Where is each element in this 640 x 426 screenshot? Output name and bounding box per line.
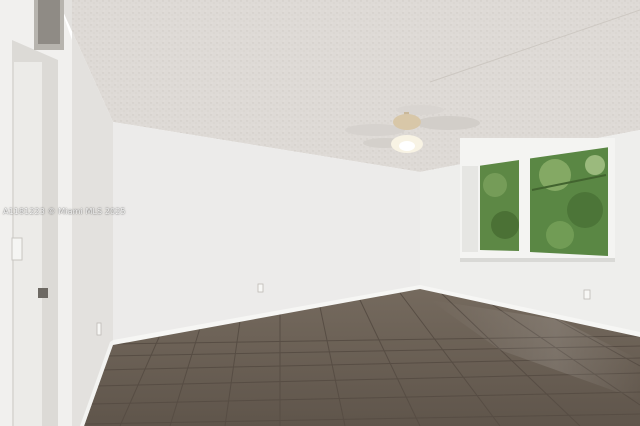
fan-light-bulb [399, 141, 415, 151]
window-mullion [519, 150, 530, 254]
window-blind-edge [462, 166, 478, 252]
light-switch [11, 237, 23, 261]
photo-watermark: A1181223 © Miami MLS 2025 [3, 207, 126, 216]
door-hinge [38, 288, 48, 298]
fan-motor-housing [393, 114, 421, 130]
outlet-right-wall [583, 289, 591, 300]
room-photo: A1181223 © Miami MLS 2025 [0, 0, 640, 426]
fan-blade-back [396, 105, 444, 115]
window-sill-shadow [460, 258, 615, 262]
fan-blade-right [416, 116, 480, 130]
vent-grille [38, 0, 60, 44]
outlet-icon [257, 283, 264, 293]
outlet-left-wall [96, 322, 102, 336]
window [460, 138, 615, 262]
